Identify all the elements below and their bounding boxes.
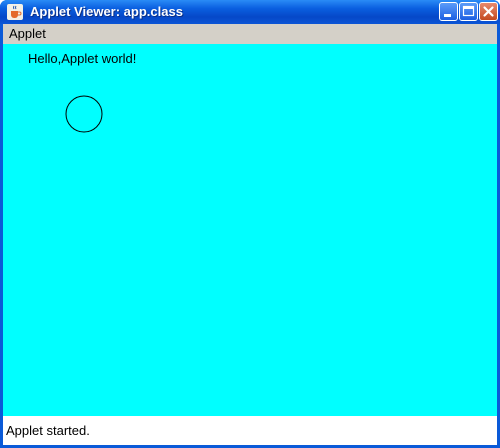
title-bar[interactable]: Applet Viewer: app.class xyxy=(0,0,500,24)
maximize-icon xyxy=(462,5,475,17)
window-title: Applet Viewer: app.class xyxy=(30,4,183,19)
status-bar: Applet started. xyxy=(3,416,497,445)
applet-canvas[interactable]: Hello,Applet world! xyxy=(3,44,497,416)
minimize-icon xyxy=(444,14,451,17)
applet-viewer-window: Applet Viewer: app.class Applet Hello,Ap… xyxy=(0,0,500,448)
circle-shape xyxy=(65,95,103,133)
applet-greeting-text: Hello,Applet world! xyxy=(28,51,137,66)
window-client-area: Applet Hello,Applet world! Applet starte… xyxy=(3,24,497,445)
close-icon xyxy=(483,6,494,17)
status-text: Applet started. xyxy=(6,423,90,438)
java-cup-icon[interactable] xyxy=(7,4,23,20)
menu-applet[interactable]: Applet xyxy=(9,25,46,42)
maximize-button[interactable] xyxy=(459,2,478,21)
close-button[interactable] xyxy=(479,2,498,21)
menu-bar: Applet xyxy=(3,24,497,44)
minimize-button[interactable] xyxy=(439,2,458,21)
